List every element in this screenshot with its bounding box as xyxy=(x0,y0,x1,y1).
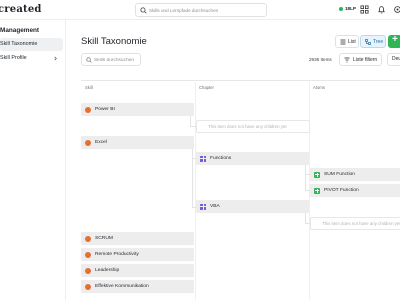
skill-node-remote-productivity[interactable]: Remote Productivity xyxy=(81,248,194,261)
skill-label: Excel xyxy=(95,140,107,145)
atom-label: SUM Function xyxy=(324,172,355,177)
skill-node-effektive-kommunikation[interactable]: Effektive Kommunikation xyxy=(81,280,194,293)
atom-icon xyxy=(314,187,320,194)
chapter-node-functions[interactable]: Functions xyxy=(196,152,309,165)
skill-label: Effektive Kommunikation xyxy=(95,284,149,289)
skill-label: Remote Productivity xyxy=(95,252,139,257)
chapter-label: VBA xyxy=(210,204,220,209)
global-search-input[interactable] xyxy=(149,5,264,16)
item-count: 2936 Items xyxy=(309,57,332,62)
sidebar-item-skill-profile[interactable]: Skill Profile xyxy=(0,52,63,65)
sidebar-item-label: Skill Profile xyxy=(0,55,27,61)
language-select[interactable]: Deu xyxy=(387,53,400,66)
tree-connector xyxy=(305,165,306,190)
xlp-badge[interactable]: 18LP xyxy=(339,6,356,11)
atom-node-pivot-function[interactable]: PIVOT Function xyxy=(310,184,400,197)
chapter-node-vba[interactable]: VBA xyxy=(196,200,309,213)
sidebar: Management Skill Taxonomie Skill Profile xyxy=(0,20,66,300)
skill-label: Leadership xyxy=(95,268,120,273)
skill-node-scrum[interactable]: SCRUM xyxy=(81,232,194,245)
list-view-button[interactable]: List xyxy=(335,35,359,48)
skill-search[interactable] xyxy=(81,53,141,66)
add-button[interactable]: + xyxy=(388,34,400,48)
page-title: Skill Taxonomie xyxy=(81,36,147,47)
top-bar: created 18LP xyxy=(0,0,400,20)
atom-icon xyxy=(314,171,320,178)
column-header-skill: Skill xyxy=(85,85,93,90)
empty-children-placeholder: This item does not have any children yet xyxy=(310,217,400,230)
atom-node-sum-function[interactable]: SUM Function xyxy=(310,168,400,181)
plus-icon: + xyxy=(392,34,398,45)
skill-node-leadership[interactable]: Leadership xyxy=(81,264,194,277)
tree-view-label: Tree xyxy=(373,38,384,45)
sidebar-item-skill-taxonomie[interactable]: Skill Taxonomie xyxy=(0,38,63,51)
xlp-value: 18LP xyxy=(345,6,356,11)
column-header-atoms: Atoms xyxy=(313,85,325,90)
filter-icon xyxy=(344,57,350,62)
grid-icon[interactable] xyxy=(360,5,369,14)
tree-view-button[interactable]: Tree xyxy=(360,35,386,48)
settings-icon[interactable] xyxy=(393,5,400,14)
skill-icon xyxy=(85,251,91,258)
filter-label: Liste filtern xyxy=(353,56,378,63)
tree-connector xyxy=(305,213,306,223)
status-dot-icon xyxy=(339,6,343,11)
list-icon xyxy=(340,39,346,44)
app-logo[interactable]: created xyxy=(0,4,42,15)
search-icon xyxy=(86,57,92,63)
table-header-divider xyxy=(81,80,400,81)
chapter-label: Functions xyxy=(210,156,232,161)
skill-icon xyxy=(85,267,91,274)
tree-connector xyxy=(190,116,191,126)
sidebar-heading: Management xyxy=(0,27,40,34)
skill-label: Power BI xyxy=(95,107,115,112)
skill-icon xyxy=(85,283,91,290)
empty-children-placeholder: This item does not have any children yet xyxy=(196,120,310,133)
tree-icon xyxy=(365,38,371,45)
skill-label: SCRUM xyxy=(95,236,113,241)
sidebar-item-label: Skill Taxonomie xyxy=(0,41,38,47)
column-header-chapter: Chapter xyxy=(199,85,214,90)
column-divider xyxy=(195,82,196,300)
skill-node-excel[interactable]: Excel xyxy=(81,136,194,149)
chapter-icon xyxy=(200,155,206,162)
atom-label: PIVOT Function xyxy=(324,188,359,193)
search-icon xyxy=(140,7,147,14)
chevron-right-icon xyxy=(54,56,57,61)
skill-icon xyxy=(85,235,91,242)
skill-node-power-bi[interactable]: Power BI xyxy=(81,103,194,116)
global-search[interactable] xyxy=(135,3,267,17)
list-view-label: List xyxy=(348,38,356,45)
skill-icon xyxy=(85,106,91,113)
chapter-icon xyxy=(200,203,206,210)
skill-icon xyxy=(85,139,91,146)
skill-search-input[interactable] xyxy=(94,55,140,65)
filter-button[interactable]: Liste filtern xyxy=(339,53,382,66)
bell-icon[interactable] xyxy=(377,5,386,14)
